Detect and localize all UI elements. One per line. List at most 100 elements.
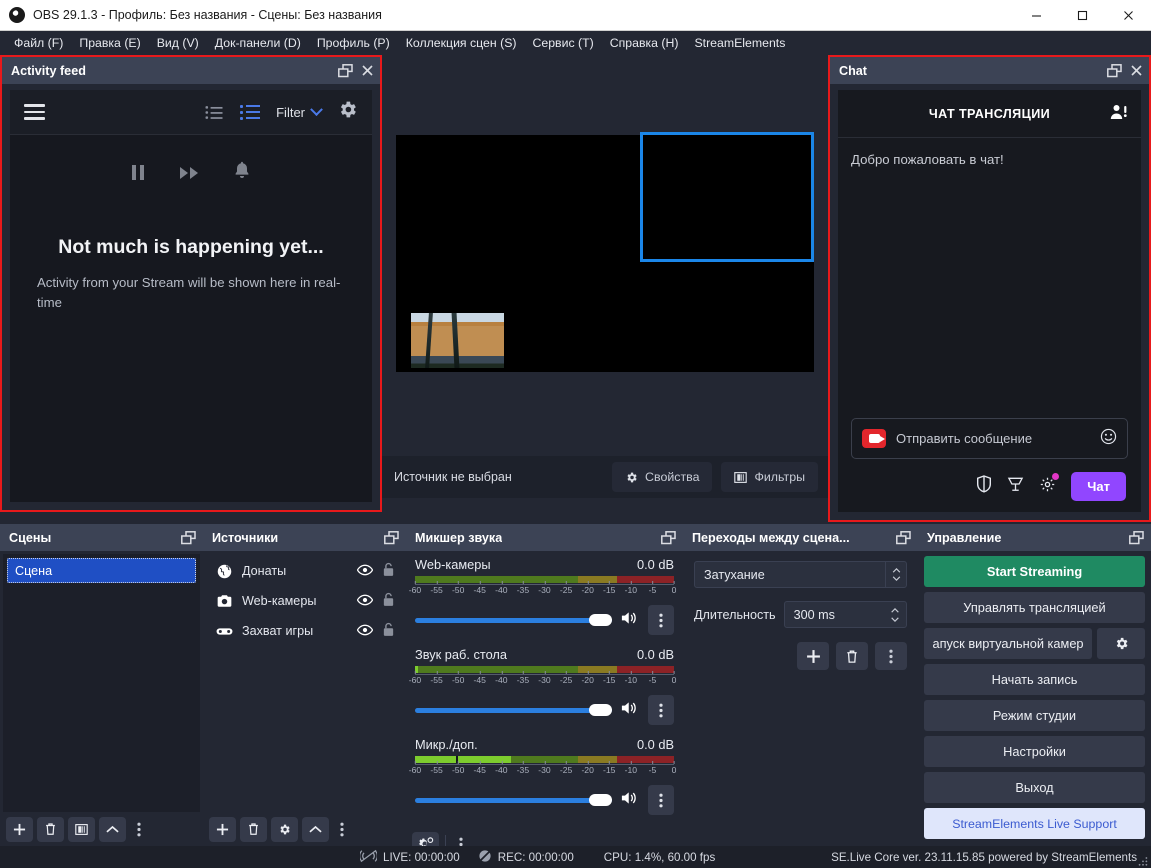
activity-feed-toolbar: Filter (10, 90, 372, 135)
scenes-dock: Сцены Сцена (0, 524, 203, 846)
chat-message-input[interactable]: Отправить сообщение (851, 418, 1128, 459)
spinner-arrows-icon[interactable] (886, 607, 906, 622)
volume-slider[interactable] (415, 791, 612, 809)
speaker-icon[interactable] (621, 610, 639, 631)
source-list-item[interactable]: Донаты (203, 556, 406, 586)
transition-type-select[interactable]: Затухание (694, 561, 907, 588)
sources-more-button[interactable] (333, 817, 351, 842)
mixer-scale-tick: -50 (451, 761, 465, 775)
menu-tools[interactable]: Сервис (T) (525, 33, 602, 53)
add-transition-button[interactable] (797, 642, 829, 670)
menu-profile[interactable]: Профиль (P) (309, 33, 398, 53)
cpu-fps-label: CPU: 1.4%, 60.00 fps (603, 850, 716, 864)
resize-grip-icon[interactable] (1138, 856, 1148, 866)
manage-broadcast-button[interactable]: Управлять трансляцией (924, 592, 1145, 623)
maximize-button[interactable] (1059, 0, 1105, 31)
close-icon[interactable] (1131, 65, 1142, 76)
unlock-icon[interactable] (382, 592, 395, 610)
filters-icon (734, 471, 748, 483)
add-scene-button[interactable] (6, 816, 33, 842)
unlock-icon[interactable] (382, 562, 395, 580)
float-window-icon[interactable] (896, 530, 911, 545)
filter-dropdown[interactable]: Filter (276, 102, 323, 120)
remove-transition-button[interactable] (836, 642, 868, 670)
mixer-channel-menu-button[interactable] (648, 695, 674, 725)
fast-forward-icon[interactable] (180, 166, 198, 179)
hamburger-menu-icon[interactable] (24, 104, 45, 120)
shield-moderation-icon[interactable] (976, 475, 992, 498)
menu-docks[interactable]: Док-панели (D) (207, 33, 309, 53)
pause-icon[interactable] (132, 165, 144, 180)
close-button[interactable] (1105, 0, 1151, 31)
chevron-updown-icon[interactable] (885, 562, 906, 587)
eye-icon[interactable] (356, 594, 374, 609)
preview-canvas[interactable] (396, 132, 814, 372)
source-list-item[interactable]: Захват игры (203, 616, 406, 646)
menu-scene-collection[interactable]: Коллекция сцен (S) (398, 33, 525, 53)
emoji-smiley-icon[interactable] (1100, 428, 1117, 450)
remove-source-button[interactable] (240, 816, 267, 842)
speaker-icon[interactable] (621, 790, 639, 811)
chat-send-button[interactable]: Чат (1071, 472, 1126, 501)
studio-mode-button[interactable]: Режим студии (924, 700, 1145, 731)
source-list-item[interactable]: Web-камеры (203, 586, 406, 616)
move-scene-up-button[interactable] (99, 816, 126, 842)
properties-button[interactable]: Свойства (612, 462, 713, 492)
start-virtual-camera-button[interactable]: апуск виртуальной камер (924, 628, 1093, 659)
scenes-list[interactable]: Сцена (3, 554, 200, 812)
unlock-icon[interactable] (382, 622, 395, 640)
remove-scene-button[interactable] (37, 816, 64, 842)
start-recording-button[interactable]: Начать запись (924, 664, 1145, 695)
minimize-button[interactable] (1013, 0, 1059, 31)
activity-feed-dock: Activity feed Filter Not much is happeni… (2, 57, 380, 510)
virtual-camera-settings-button[interactable] (1097, 628, 1146, 659)
exit-button[interactable]: Выход (924, 772, 1145, 803)
float-window-icon[interactable] (338, 63, 353, 78)
gear-icon[interactable] (337, 99, 358, 125)
menu-view[interactable]: Вид (V) (149, 33, 207, 53)
start-streaming-button[interactable]: Start Streaming (924, 556, 1145, 587)
viewer-list-icon[interactable] (1109, 103, 1129, 128)
float-window-icon[interactable] (384, 530, 399, 545)
eye-icon[interactable] (356, 564, 374, 579)
expanded-list-icon[interactable] (240, 105, 260, 120)
scenes-more-button[interactable] (130, 817, 148, 842)
sources-list[interactable]: Донаты Web-камеры Захват игры (203, 551, 406, 812)
settings-button[interactable]: Настройки (924, 736, 1145, 767)
mixer-channel-menu-button[interactable] (648, 785, 674, 815)
menu-edit[interactable]: Правка (E) (71, 33, 148, 53)
webcam-source-preview[interactable] (411, 313, 504, 368)
speaker-icon[interactable] (621, 700, 639, 721)
controls-dock: Управление Start Streaming Управлять тра… (918, 524, 1151, 846)
close-icon[interactable] (362, 65, 373, 76)
add-source-button[interactable] (209, 816, 236, 842)
scene-filters-button[interactable] (68, 816, 95, 842)
selected-source-bounding-box[interactable] (640, 132, 814, 262)
camera-badge-icon[interactable] (862, 429, 886, 448)
menu-streamelements[interactable]: StreamElements (686, 33, 793, 53)
bits-icon[interactable] (1007, 475, 1024, 498)
eye-icon[interactable] (356, 624, 374, 639)
filters-button[interactable]: Фильтры (721, 462, 818, 492)
streamelements-live-support-button[interactable]: StreamElements Live Support (924, 808, 1145, 839)
float-window-icon[interactable] (1129, 530, 1144, 545)
scene-list-item[interactable]: Сцена (7, 558, 196, 583)
rec-timer-label: REC: 00:00:00 (497, 850, 574, 864)
compact-list-icon[interactable] (206, 106, 223, 119)
menu-file[interactable]: Файл (F) (6, 33, 71, 53)
mixer-channel-menu-button[interactable] (648, 605, 674, 635)
float-window-icon[interactable] (181, 530, 196, 545)
mixer-channel: Микр./доп. 0.0 dB -60 -55 -50 -45 -40 -35 -30 -25… (409, 737, 676, 815)
move-source-up-button[interactable] (302, 816, 329, 842)
menu-help[interactable]: Справка (H) (602, 33, 687, 53)
volume-slider[interactable] (415, 611, 612, 629)
bell-icon[interactable] (234, 161, 250, 184)
mixer-scale-tick: -30 (538, 671, 551, 685)
transitions-more-button[interactable] (875, 642, 907, 670)
source-properties-button[interactable] (271, 816, 298, 842)
volume-slider[interactable] (415, 701, 612, 719)
gear-icon[interactable] (1039, 472, 1060, 498)
float-window-icon[interactable] (1107, 63, 1122, 78)
duration-spinbox[interactable]: 300 ms (783, 601, 907, 628)
float-window-icon[interactable] (661, 530, 676, 545)
